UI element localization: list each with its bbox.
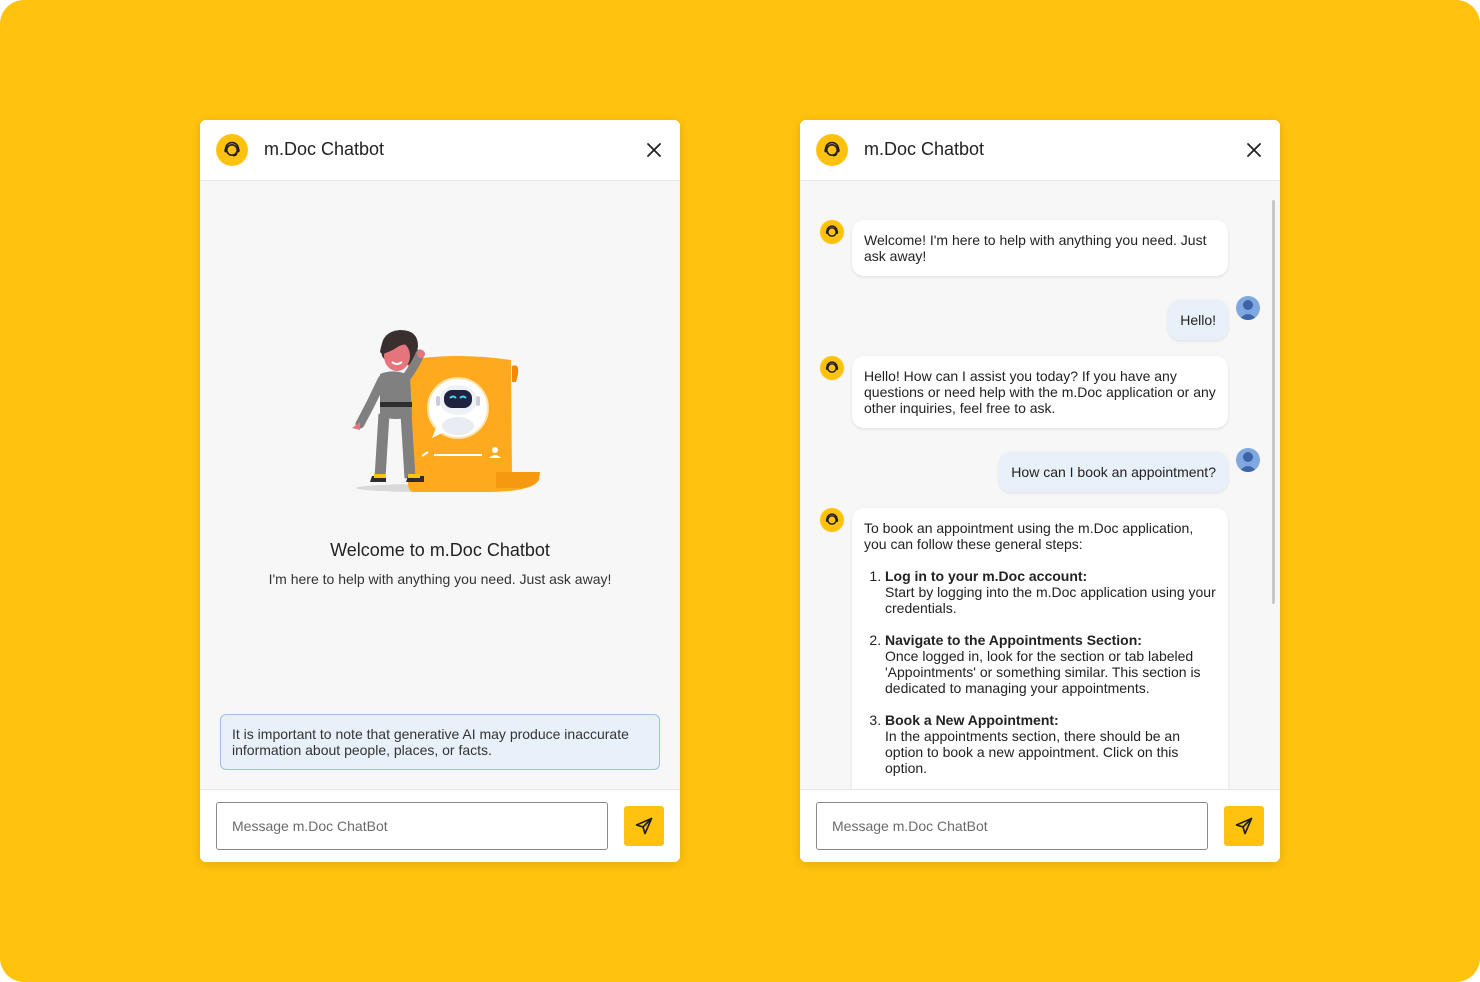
step-title: Navigate to the Appointments Section: (885, 632, 1142, 648)
chat-composer (800, 789, 1280, 862)
list-item: Log in to your m.Doc account: Start by l… (885, 568, 1216, 616)
send-icon (635, 817, 653, 835)
bot-avatar-icon (820, 508, 844, 532)
close-button[interactable] (642, 138, 666, 162)
chatbot-illustration (336, 316, 546, 496)
step-title: Book a New Appointment: (885, 712, 1059, 728)
bot-avatar-icon (820, 356, 844, 380)
send-button[interactable] (624, 806, 664, 846)
page-background: m.Doc Chatbot Welcome to m.Doc Chatbot I… (0, 0, 1480, 982)
welcome-subtitle: I'm here to help with anything you need.… (268, 571, 612, 587)
bot-avatar-icon (820, 220, 844, 244)
chatbot-panel-welcome: m.Doc Chatbot Welcome to m.Doc Chatbot I… (200, 120, 680, 862)
user-message: How can I book an appointment? (999, 452, 1228, 492)
list-item: Book a New Appointment: In the appointme… (885, 712, 1216, 776)
steps-intro: To book an appointment using the m.Doc a… (864, 520, 1194, 552)
send-button[interactable] (1224, 806, 1264, 846)
chat-title: m.Doc Chatbot (264, 139, 385, 159)
user-avatar-icon (1236, 296, 1260, 320)
bot-message-steps: To book an appointment using the m.Doc a… (852, 508, 1228, 789)
message-input[interactable] (816, 802, 1208, 850)
user-avatar-icon (1236, 448, 1260, 472)
step-body: In the appointments section, there shoul… (885, 728, 1180, 776)
chatbot-panel-conversation: m.Doc Chatbot Welcome! I'm here to help … (800, 120, 1280, 862)
steps-list: Log in to your m.Doc account: Start by l… (864, 568, 1216, 776)
bot-message: Welcome! I'm here to help with anything … (852, 220, 1228, 276)
welcome-title: Welcome to m.Doc Chatbot (330, 540, 550, 560)
ai-disclaimer-notice: It is important to note that generative … (220, 714, 660, 770)
send-icon (1235, 817, 1253, 835)
bot-message: Hello! How can I assist you today? If yo… (852, 356, 1228, 428)
step-title: Log in to your m.Doc account: (885, 568, 1088, 584)
scrollbar[interactable] (1272, 200, 1275, 604)
headset-bot-icon (216, 134, 248, 166)
close-icon (647, 143, 661, 157)
chat-header: m.Doc Chatbot (200, 120, 680, 181)
message-input[interactable] (216, 802, 608, 850)
list-item: Navigate to the Appointments Section: On… (885, 632, 1216, 696)
chat-header: m.Doc Chatbot (800, 120, 1280, 181)
step-body: Once logged in, look for the section or … (885, 648, 1201, 696)
chat-title: m.Doc Chatbot (864, 139, 985, 159)
user-message: Hello! (1168, 300, 1228, 340)
headset-bot-icon (816, 134, 848, 166)
close-button[interactable] (1242, 138, 1266, 162)
message-list[interactable]: Welcome! I'm here to help with anything … (800, 181, 1280, 789)
close-icon (1247, 143, 1261, 157)
chat-composer (200, 789, 680, 862)
step-body: Start by logging into the m.Doc applicat… (885, 584, 1216, 616)
